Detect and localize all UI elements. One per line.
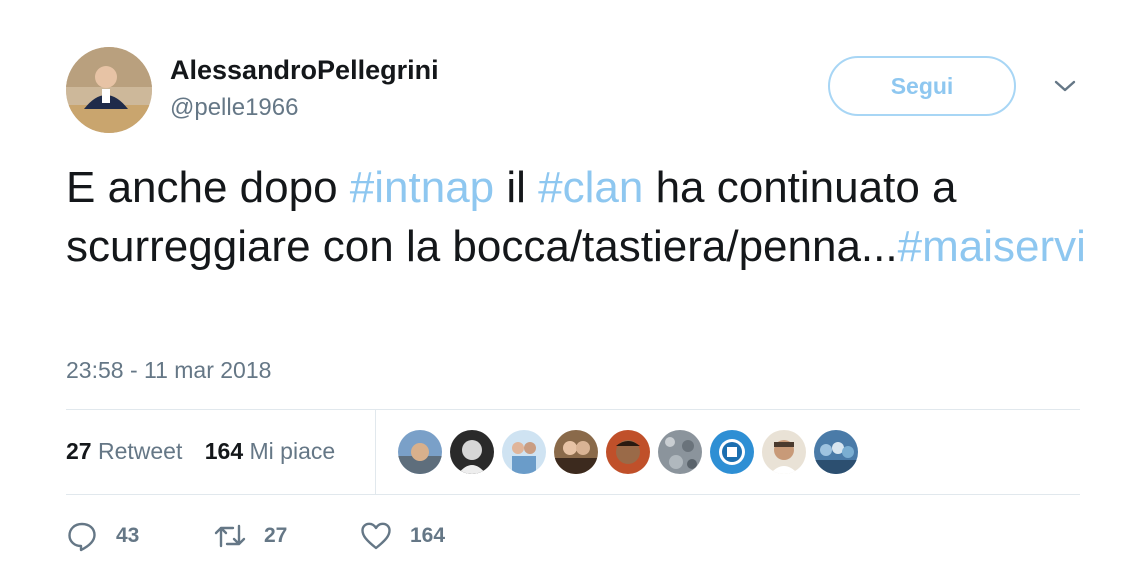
liker-avatar[interactable] [658,430,702,474]
retweets-count: 27 [66,438,92,464]
author-handle[interactable]: @pelle1966 [170,94,298,122]
hashtag-link[interactable]: #intnap [350,163,494,212]
divider [66,494,1080,495]
liker-avatar[interactable] [814,430,858,474]
retweet-icon [214,524,246,548]
retweets-label: Retweet [97,438,183,464]
liker-avatar[interactable] [450,430,494,474]
retweet-count: 27 [264,524,288,547]
reply-count: 43 [116,524,140,547]
like-count: 164 [410,524,446,547]
reply-button[interactable]: 43 [66,514,139,558]
likes-count: 164 [204,438,244,464]
retweets-stat[interactable]: 27 Retweet [66,438,182,464]
hashtag-link[interactable]: #maiservi [898,222,1086,271]
likes-label: Mi piace [249,438,336,464]
reply-icon [68,522,96,552]
liker-avatar[interactable] [554,430,598,474]
author-avatar-image [66,47,152,133]
liker-avatar[interactable] [606,430,650,474]
liker-avatar[interactable] [710,430,754,474]
liker-avatar[interactable] [762,430,806,474]
chevron-down-icon[interactable] [1052,76,1078,96]
retweet-button[interactable]: 27 [214,514,287,558]
like-button[interactable]: 164 [360,514,445,558]
tweet-timestamp[interactable]: 23:58 - 11 mar 2018 [66,357,271,384]
tweet-stats: 27 Retweet 164 Mi piace [66,438,335,465]
follow-button[interactable]: Segui [828,56,1016,116]
hashtag-link[interactable]: #clan [538,163,643,212]
divider [66,409,1080,410]
author-avatar[interactable] [66,47,152,133]
tweet-text-segment: il [494,163,539,212]
author-name[interactable]: AlessandroPellegrini [170,55,439,86]
tweet-text-segment: E anche dopo [66,163,350,212]
tweet-text: E anche dopo #intnap il #clan ha continu… [66,158,1096,276]
heart-icon [361,522,391,550]
liker-avatar[interactable] [398,430,442,474]
stats-divider [375,410,376,494]
likes-stat[interactable]: 164 Mi piace [205,438,335,464]
liker-avatar[interactable] [502,430,546,474]
